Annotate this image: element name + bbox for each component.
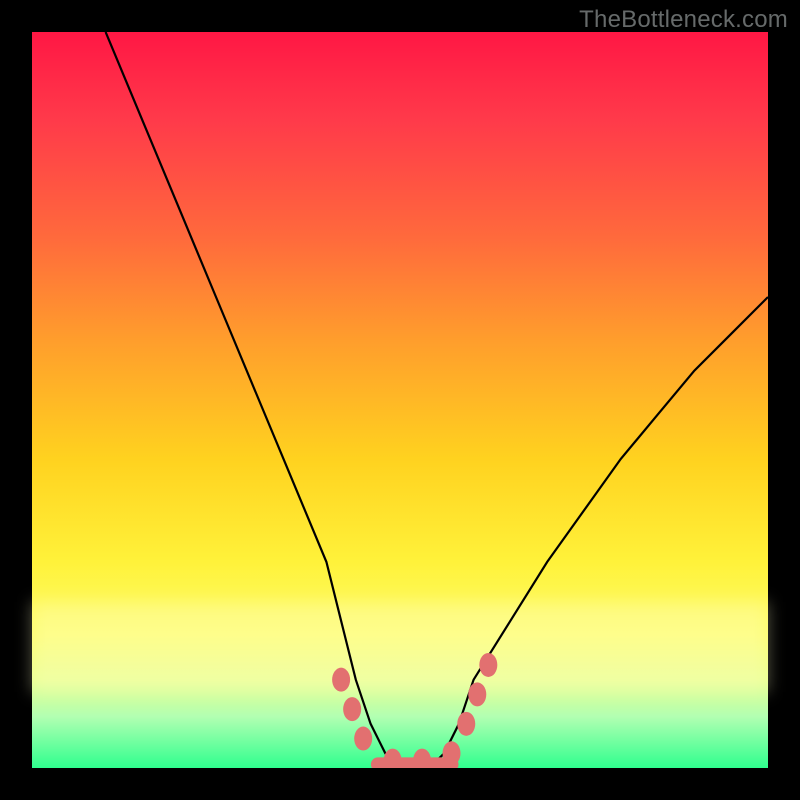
marker-dot [479,653,497,677]
marker-dot [443,741,461,765]
marker-dot [384,749,402,768]
bottleneck-curve [106,32,768,768]
marker-dot [413,749,431,768]
marker-group [332,653,497,768]
marker-dot [457,712,475,736]
chart-svg [32,32,768,768]
watermark-text: TheBottleneck.com [579,6,788,34]
marker-dot [343,697,361,721]
marker-dot [332,668,350,692]
outer-frame: TheBottleneck.com [0,0,800,800]
plot-area [32,32,768,768]
marker-dot [468,682,486,706]
marker-dot [354,727,372,751]
